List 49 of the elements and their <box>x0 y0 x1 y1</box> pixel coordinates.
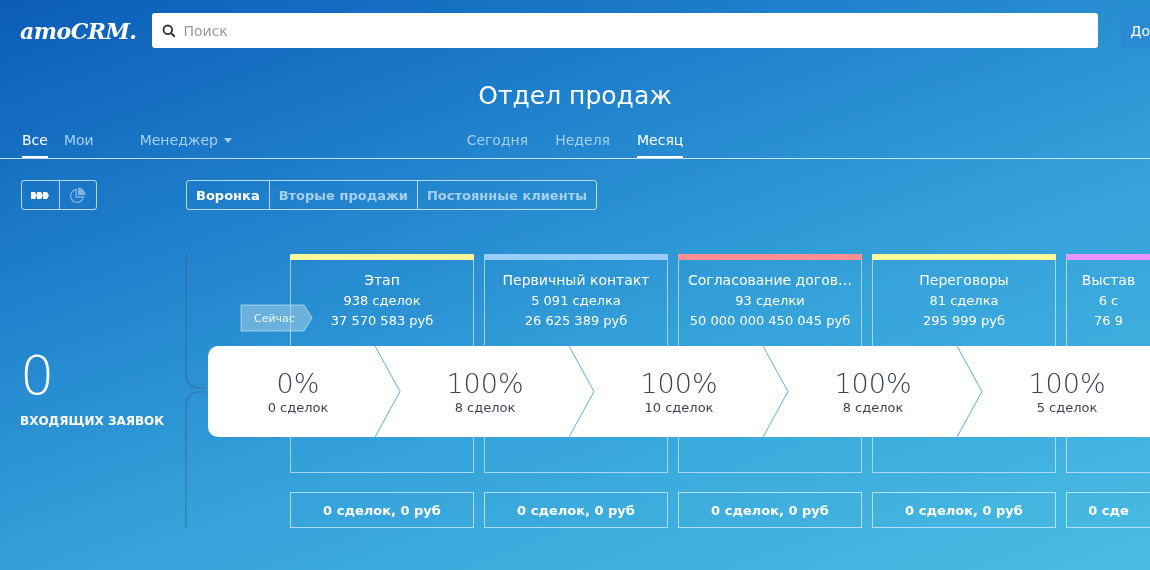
stage-name: Выстав <box>1081 272 1136 288</box>
conversion-deals: 5 сделок <box>1036 400 1098 415</box>
filter-tab[interactable]: Все <box>22 124 48 158</box>
conversion-deals: 0 сделок <box>267 400 329 415</box>
stage-sum: 295 999 руб <box>923 313 1005 328</box>
conversion-deals: 8 сделок <box>842 400 904 415</box>
incoming-label: ВХОДЯЩИХ ЗАЯВОК <box>20 414 165 428</box>
period-tab[interactable]: Месяц <box>637 124 684 158</box>
conversion-percent: 100% <box>1028 368 1106 400</box>
search-field[interactable]: Поиск <box>152 13 1099 48</box>
stage-name: Переговоры <box>919 272 1009 288</box>
search-icon <box>162 24 177 38</box>
pipeline-tab[interactable]: Постоянные клиенты <box>417 181 596 209</box>
stage-deals: 5 091 сделка <box>531 293 621 308</box>
now-tag: Сейчас <box>240 304 313 332</box>
incoming-count: 0 <box>20 346 55 406</box>
conversion-percent: 100% <box>446 368 524 400</box>
conversion-percent: 100% <box>834 368 912 400</box>
filter-tab[interactable]: Менеджер <box>139 124 232 158</box>
stage-name: Согласование догов… <box>687 272 853 288</box>
stage-name: Этап <box>364 272 400 288</box>
funnel-view-icon <box>31 191 50 199</box>
stage-total: 0 сделок, 0 руб <box>290 492 474 528</box>
conversion-deals: 10 сделок <box>644 400 714 415</box>
stage-deals: 938 сделок <box>343 293 421 308</box>
period-tab[interactable]: Сегодня <box>466 124 529 158</box>
pipeline-tab[interactable]: Воронка <box>187 181 269 209</box>
logo: amoCRM. <box>20 17 138 44</box>
period-tab[interactable]: Неделя <box>555 124 610 158</box>
stage-total: 0 сделок, 0 руб <box>872 492 1056 528</box>
stage-total: 0 сделок, 0 руб <box>484 492 668 528</box>
stage-name: Первичный контакт <box>502 272 650 288</box>
stage-total: 0 сделок, 0 руб <box>678 492 862 528</box>
page-title: Отдел продаж <box>478 81 672 110</box>
pie-chart-icon <box>69 186 87 204</box>
stage-total: 0 сде <box>1066 492 1150 528</box>
header-button[interactable]: До <box>1121 13 1150 48</box>
conversion-percent: 0% <box>276 368 320 400</box>
stage-sum: 37 570 583 руб <box>330 313 434 328</box>
stage-sum: 50 000 000 450 045 руб <box>689 313 851 328</box>
stage-deals: 81 сделка <box>929 293 999 308</box>
pipeline-tab[interactable]: Вторые продажи <box>268 181 417 209</box>
conversion-percent: 100% <box>640 368 718 400</box>
conversion-deals: 8 сделок <box>454 400 516 415</box>
stage-deals: 6 с <box>1098 293 1119 308</box>
stage-deals: 93 сделки <box>735 293 805 308</box>
stage-sum: 76 9 <box>1094 313 1123 328</box>
stage-sum: 26 625 389 руб <box>524 313 628 328</box>
filter-tab[interactable]: Мои <box>63 124 94 158</box>
